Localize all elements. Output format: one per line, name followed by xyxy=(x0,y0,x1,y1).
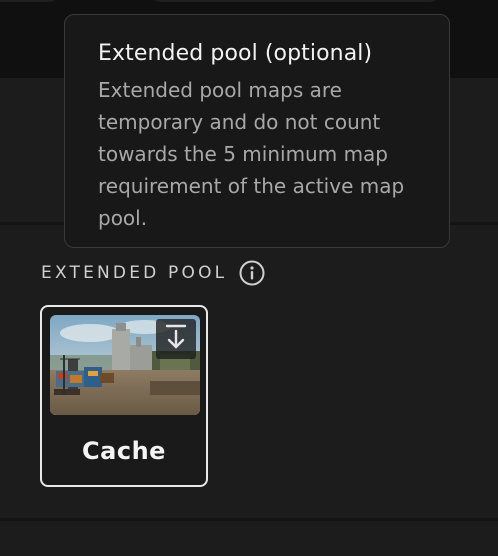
info-circle-icon[interactable] xyxy=(239,260,265,286)
section-title: EXTENDED POOL xyxy=(41,263,228,283)
extended-pool-header: EXTENDED POOL xyxy=(41,260,265,286)
map-name: Cache xyxy=(82,437,166,465)
download-button[interactable] xyxy=(156,319,196,359)
tooltip-title: Extended pool (optional) xyxy=(98,41,373,66)
bottom-panel xyxy=(0,521,498,556)
top-control-left[interactable] xyxy=(0,0,60,2)
map-card-cache[interactable]: Cache xyxy=(40,305,208,487)
download-icon xyxy=(165,324,187,354)
top-control-center[interactable] xyxy=(150,0,440,2)
map-thumbnail xyxy=(50,315,200,415)
tooltip-body: Extended pool maps are temporary and do … xyxy=(98,78,405,230)
info-tooltip: Extended pool (optional) Extended pool m… xyxy=(64,14,450,248)
